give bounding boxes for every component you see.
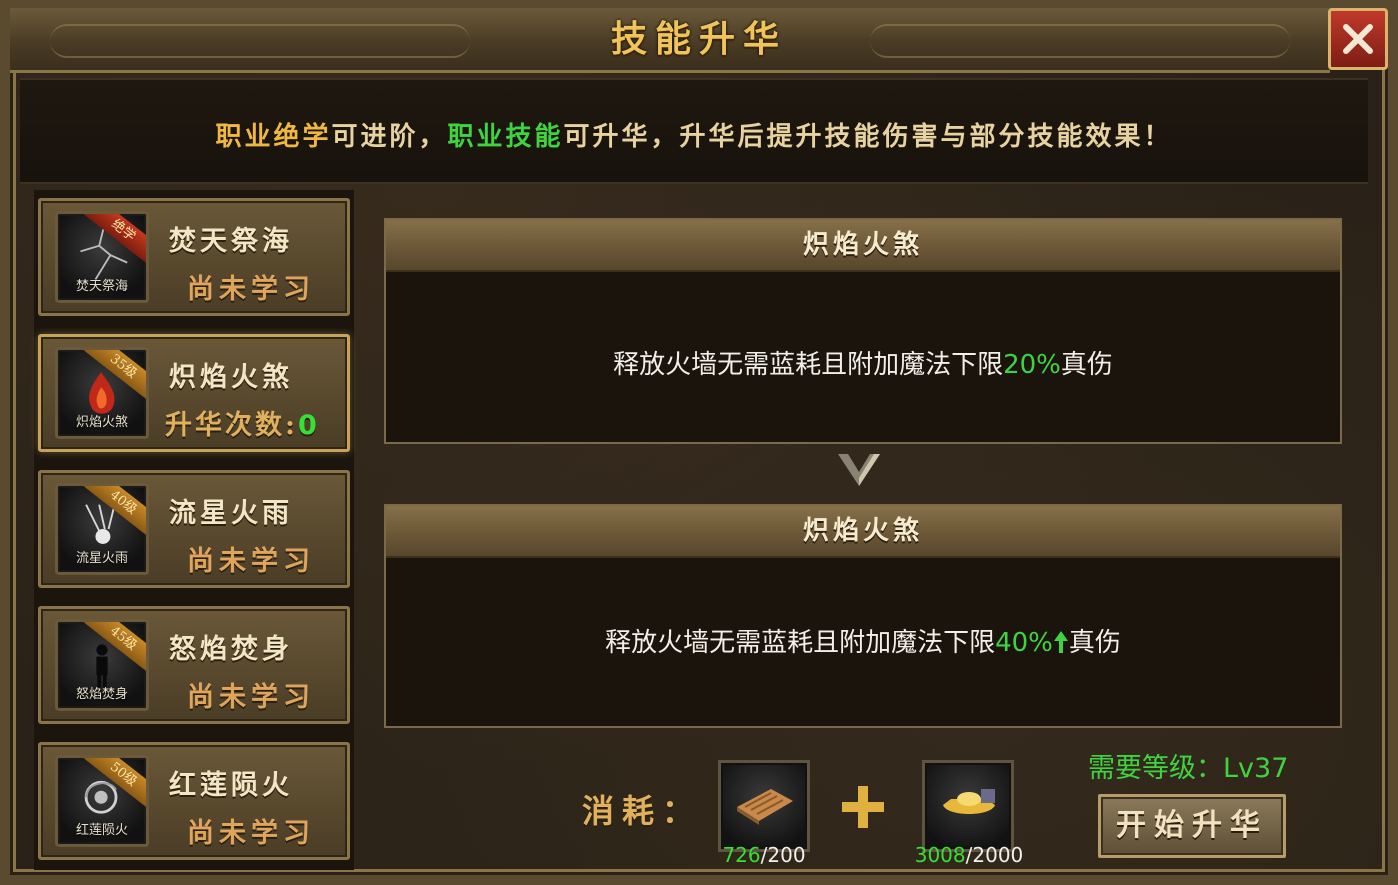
next-value: 40% xyxy=(995,628,1053,658)
up-arrow-icon xyxy=(1053,631,1068,653)
skill-item-fentianjihai[interactable]: 绝学 焚天祭海 焚天祭海 尚未学习 xyxy=(38,198,350,316)
skill-status: 尚未学习 xyxy=(187,546,315,577)
required-level: 需要等级：Lv37 xyxy=(1088,753,1289,784)
skill-status: 尚未学习 xyxy=(187,818,315,849)
cost-item-gold[interactable] xyxy=(922,760,1014,852)
notice-text: 职业绝学可进阶，职业技能可升华，升华后提升技能伤害与部分技能效果！ xyxy=(0,116,1388,153)
next-effect-title: 炽焰火煞 xyxy=(386,506,1340,558)
skill-name: 炽焰火煞 xyxy=(169,362,293,393)
skill-name: 怒焰焚身 xyxy=(169,634,293,665)
skill-item-honglianyunhuo[interactable]: 50级 红莲陨火 红莲陨火 尚未学习 xyxy=(38,742,350,860)
skill-icon-fentianjihai: 绝学 焚天祭海 xyxy=(55,211,149,303)
arrow-down-icon xyxy=(838,454,880,486)
skill-item-liuxinghuoyu[interactable]: 40级 流星火雨 流星火雨 尚未学习 xyxy=(38,470,350,588)
skill-status: 尚未学习 xyxy=(187,274,315,305)
close-button[interactable] xyxy=(1328,8,1388,70)
notice-part-3: 职业技能 xyxy=(447,122,564,152)
current-effect-desc: 释放火墙无需蓝耗且附加魔法下限20%真伤 xyxy=(386,272,1340,381)
skill-icon-liuxinghuoyu: 40级 流星火雨 xyxy=(55,483,149,575)
skill-item-nuyanfenshen[interactable]: 45级 怒焰焚身 怒焰焚身 尚未学习 xyxy=(38,606,350,724)
gold-ingot-icon xyxy=(943,789,995,814)
cost-amount-gold: 3008/2000 xyxy=(906,843,1032,867)
skill-icon-label: 红莲陨火 xyxy=(75,823,128,838)
notice-part-1: 职业绝学 xyxy=(215,122,332,152)
cost-amount-scroll: 726/200 xyxy=(712,843,816,867)
skill-icon-label: 焚天祭海 xyxy=(75,279,128,294)
current-effect-panel: 炽焰火煞 释放火墙无需蓝耗且附加魔法下限20%真伤 xyxy=(384,218,1342,444)
skill-icon-label: 炽焰火煞 xyxy=(75,415,128,430)
current-value: 20% xyxy=(1003,350,1061,380)
current-desc-suffix: 真伤 xyxy=(1060,350,1113,380)
cost-label: 消耗： xyxy=(582,792,703,830)
skill-name: 流星火雨 xyxy=(169,498,293,529)
window-title: 技能升华 xyxy=(610,18,787,60)
skill-status: 尚未学习 xyxy=(187,682,315,713)
skill-icon-label: 流星火雨 xyxy=(75,551,128,566)
next-effect-panel: 炽焰火煞 释放火墙无需蓝耗且附加魔法下限40% 真伤 xyxy=(384,504,1342,728)
skill-name: 焚天祭海 xyxy=(169,226,293,257)
next-effect-desc: 释放火墙无需蓝耗且附加魔法下限40% 真伤 xyxy=(386,558,1340,659)
next-desc-suffix: 真伤 xyxy=(1068,628,1121,658)
skill-name: 红莲陨火 xyxy=(169,770,293,801)
cost-have: 726 xyxy=(722,843,761,867)
cost-item-scroll[interactable] xyxy=(718,760,810,852)
current-desc-prefix: 释放火墙无需蓝耗且附加魔法下限 xyxy=(613,350,1004,380)
skill-icon-label: 怒焰焚身 xyxy=(75,687,128,702)
upgrade-count-label: 升华次数: xyxy=(165,410,298,441)
cost-need: /2000 xyxy=(965,843,1024,867)
notice-part-4: 可升华，升华后提升技能伤害与部分技能效果！ xyxy=(563,122,1173,152)
skill-item-chiyanhuosha[interactable]: 35级 炽焰火煞 炽焰火煞 升华次数:0 xyxy=(38,334,350,452)
scroll-icon xyxy=(737,789,793,825)
next-desc-prefix: 释放火墙无需蓝耗且附加魔法下限 xyxy=(605,628,996,658)
upgrade-count-value: 0 xyxy=(297,410,317,441)
close-icon xyxy=(1343,24,1373,54)
skill-upgrade-count: 升华次数:0 xyxy=(165,403,325,442)
cost-need: /200 xyxy=(760,843,806,867)
cost-have: 3008 xyxy=(914,843,966,867)
skill-icon-chiyanhuosha: 35级 炽焰火煞 xyxy=(55,347,149,439)
start-upgrade-button[interactable]: 开始升华 xyxy=(1098,794,1286,858)
current-effect-title: 炽焰火煞 xyxy=(386,220,1340,272)
notice-part-2: 可进阶， xyxy=(331,122,448,152)
plus-icon xyxy=(842,786,884,828)
skill-icon-nuyanfenshen: 45级 怒焰焚身 xyxy=(55,619,149,711)
skill-icon-honglianyunhuo: 50级 红莲陨火 xyxy=(55,755,149,847)
